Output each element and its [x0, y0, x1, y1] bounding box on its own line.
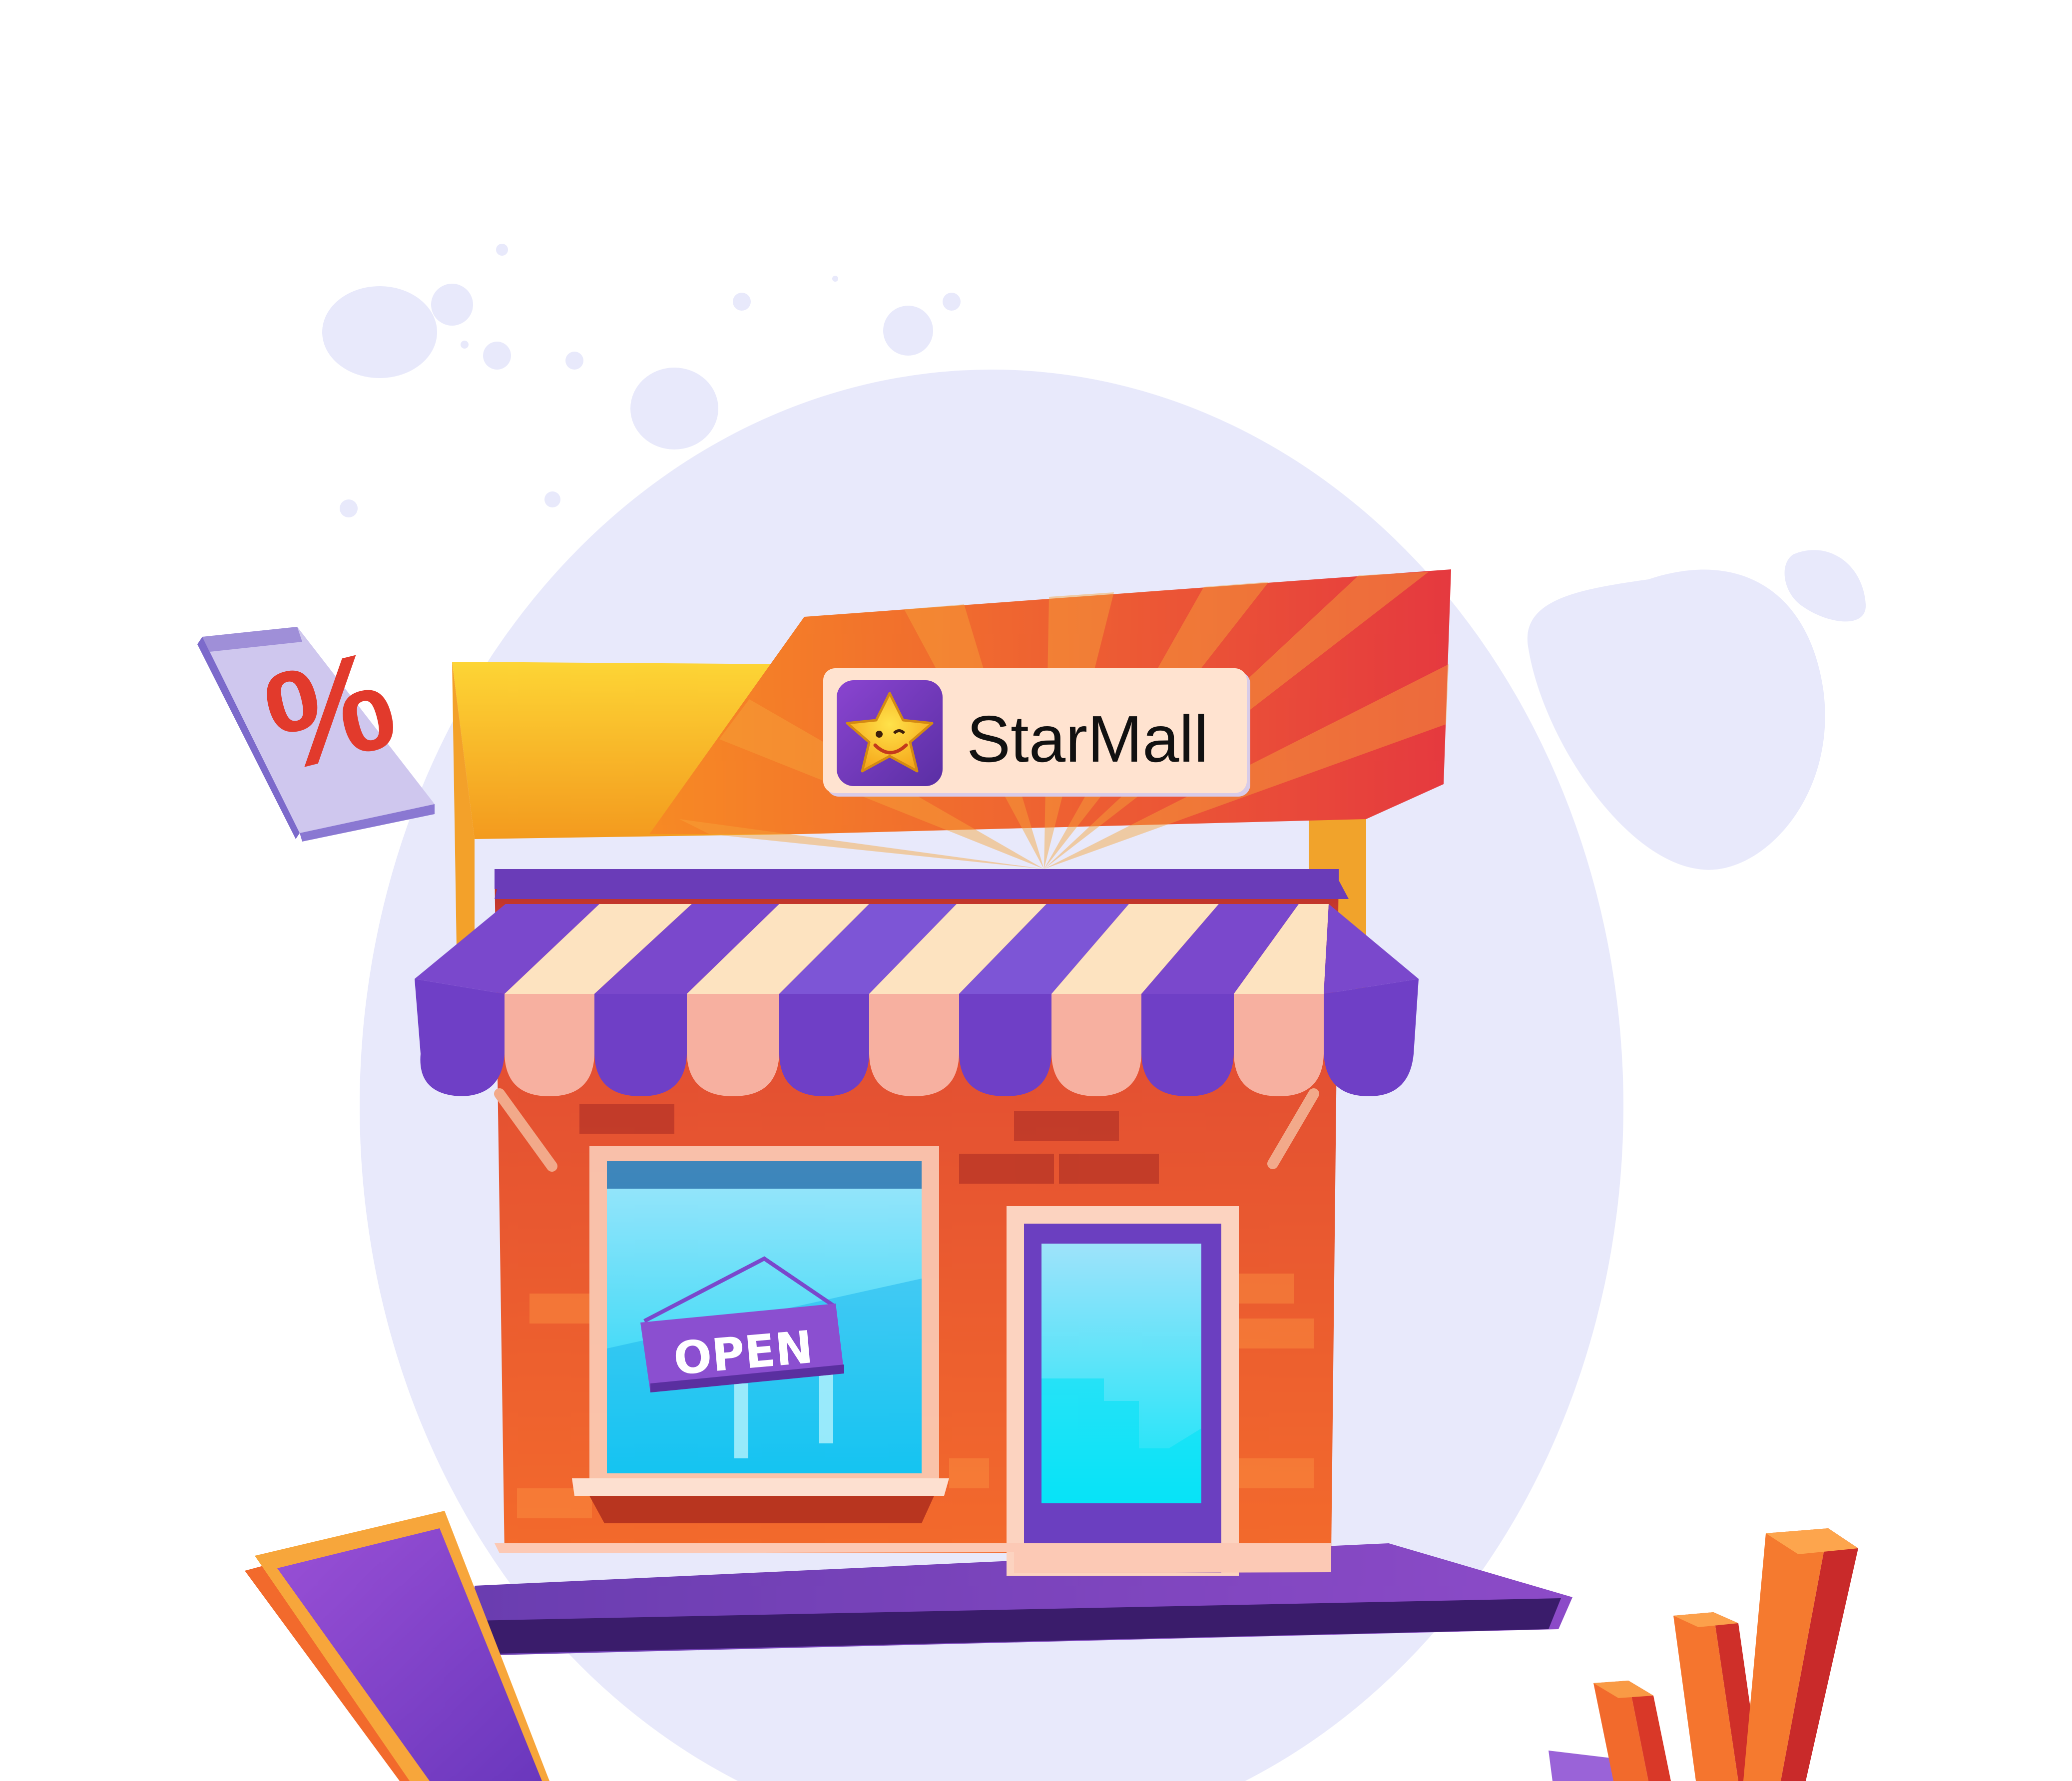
- smiling-star-logo-icon: [837, 680, 943, 786]
- background-bubble: [1034, 1734, 1062, 1762]
- background-bubble: [674, 1679, 692, 1697]
- background-bubble: [883, 306, 933, 356]
- background-bubble: [340, 499, 358, 517]
- background-bubble: [565, 352, 583, 370]
- storefront-illustration: % StarMall OPEN: [197, 244, 1866, 1781]
- background-bubble: [483, 342, 511, 370]
- percent-sign-tile-icon: %: [197, 620, 435, 842]
- background-bubble: [733, 293, 751, 311]
- awning-stripes: [415, 904, 1419, 994]
- background-bubble: [544, 491, 560, 507]
- background-bubble: [461, 341, 469, 349]
- shop-window: OPEN: [572, 1146, 949, 1523]
- background-bubble: [322, 286, 437, 378]
- background-bubble: [630, 368, 718, 449]
- background-blob-small: [1784, 550, 1866, 622]
- shop-door: [1007, 1206, 1239, 1576]
- background-bubble: [496, 244, 508, 256]
- background-bubble: [832, 276, 838, 282]
- 3d-bar-chart-icon: [1549, 1528, 1858, 1781]
- background-bubble: [943, 293, 961, 311]
- background-bubble: [825, 1764, 841, 1780]
- brand-name: StarMall: [967, 702, 1208, 776]
- background-bubble: [431, 284, 473, 326]
- awning-scallops: [415, 979, 1419, 1096]
